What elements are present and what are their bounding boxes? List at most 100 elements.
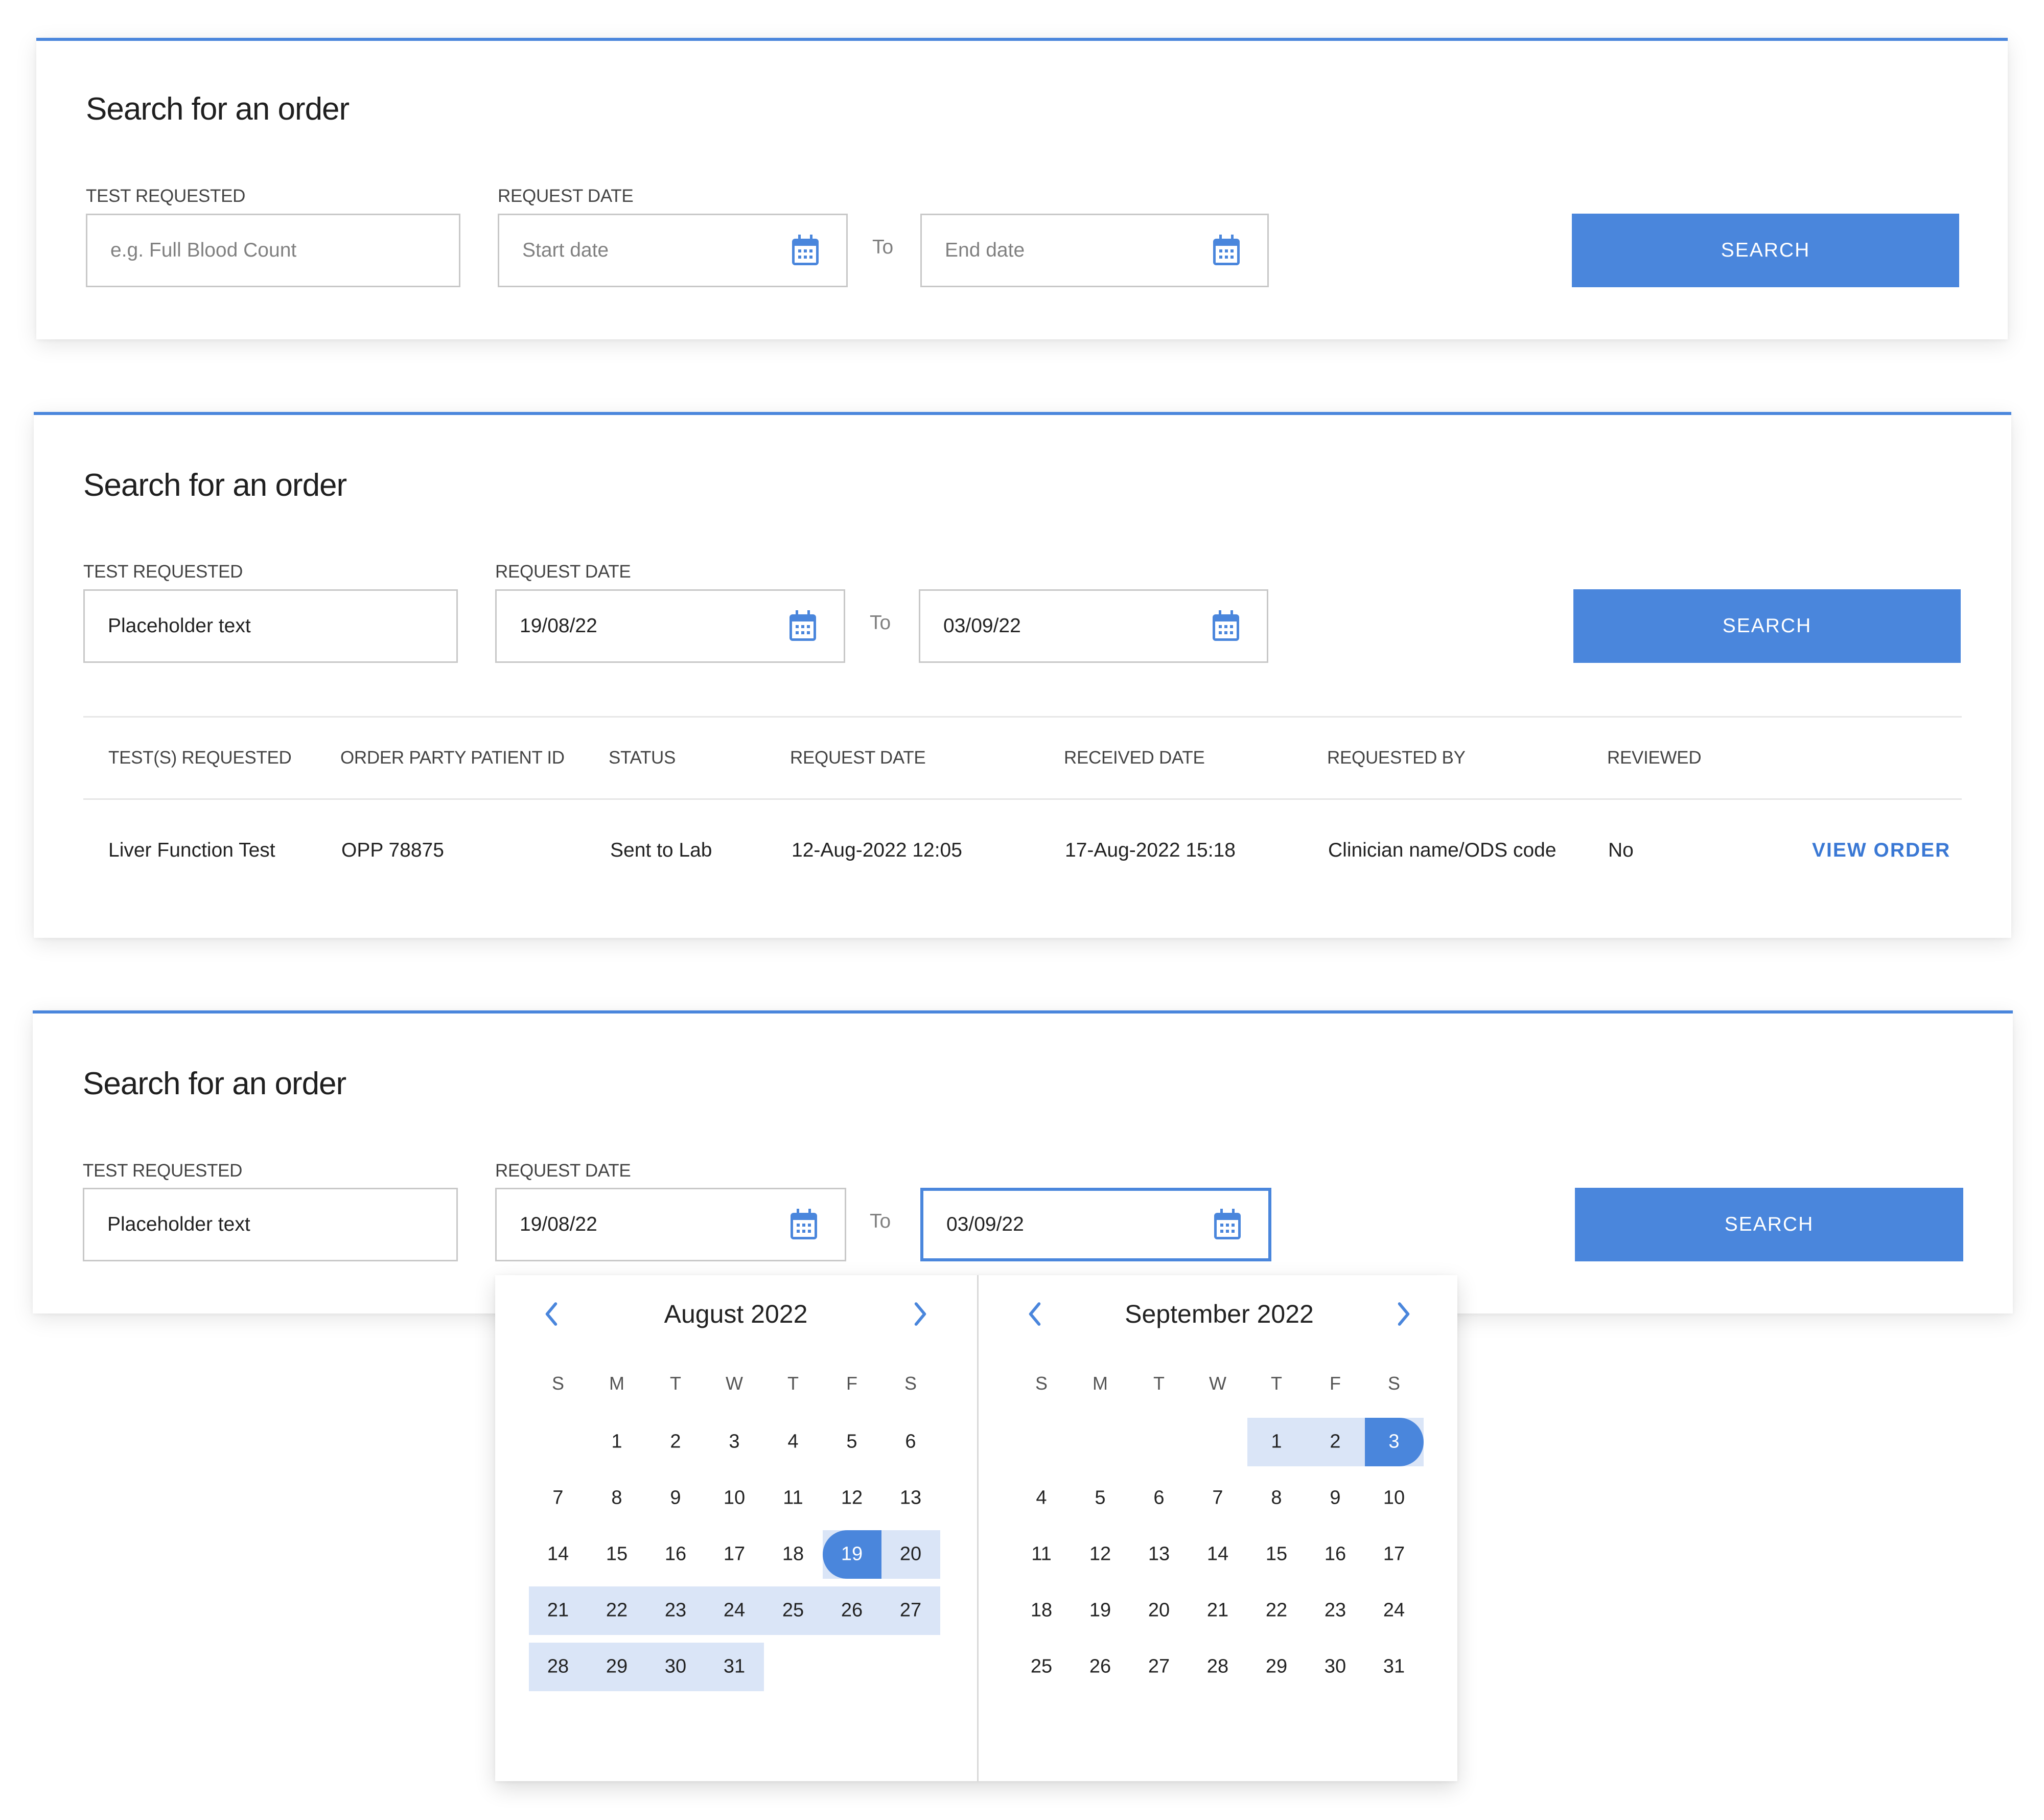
search-button[interactable]: SEARCH — [1572, 214, 1959, 287]
end-date-input[interactable]: 03/09/22 — [919, 589, 1268, 663]
calendar-day[interactable]: 1 — [1271, 1431, 1282, 1453]
start-date-input[interactable]: Start date — [498, 214, 848, 287]
calendar-day[interactable]: 2 — [1330, 1431, 1340, 1453]
calendar-day[interactable]: 24 — [724, 1600, 745, 1622]
calendar-day[interactable]: 29 — [606, 1656, 628, 1678]
weekday-header: W — [726, 1373, 743, 1394]
cell-test: Liver Function Test — [108, 839, 275, 861]
calendar-day[interactable]: 23 — [665, 1600, 686, 1622]
test-requested-input[interactable]: Placeholder text — [83, 1188, 458, 1261]
calendar-day[interactable]: 14 — [1207, 1543, 1228, 1565]
column-header-tests: TEST(S) REQUESTED — [108, 748, 292, 768]
search-card-results: Search for an order TEST REQUESTED Place… — [34, 412, 2011, 938]
calendar-day[interactable]: 6 — [905, 1431, 916, 1453]
calendar-day[interactable]: 24 — [1383, 1600, 1405, 1622]
end-date-value: 03/09/22 — [943, 615, 1021, 637]
calendar-day[interactable]: 16 — [665, 1543, 686, 1565]
start-date-input[interactable]: 19/08/22 — [495, 589, 845, 663]
chevron-right-icon[interactable] — [1393, 1301, 1414, 1327]
calendar-day[interactable]: 4 — [1036, 1487, 1047, 1509]
column-header-status: STATUS — [609, 748, 676, 768]
calendar-day[interactable]: 30 — [665, 1656, 686, 1678]
calendar-day[interactable]: 12 — [841, 1487, 863, 1509]
calendar-day[interactable]: 2 — [670, 1431, 681, 1453]
cell-received-date: 17-Aug-2022 15:18 — [1065, 839, 1236, 861]
to-label: To — [870, 1210, 891, 1232]
calendar-day[interactable]: 31 — [724, 1656, 745, 1678]
calendar-day[interactable]: 27 — [1148, 1656, 1170, 1678]
search-button[interactable]: SEARCH — [1573, 589, 1961, 663]
calendar-day[interactable]: 15 — [606, 1543, 628, 1565]
chevron-left-icon[interactable] — [1025, 1301, 1045, 1327]
calendar-day[interactable]: 21 — [1207, 1600, 1228, 1622]
cell-reviewed: No — [1608, 839, 1634, 861]
chevron-right-icon[interactable] — [910, 1301, 931, 1327]
calendar-day[interactable]: 3 — [1388, 1431, 1399, 1453]
calendar-icon[interactable] — [1213, 1209, 1242, 1240]
test-requested-input[interactable]: Placeholder text — [83, 589, 458, 663]
calendar-day[interactable]: 6 — [1153, 1487, 1164, 1509]
calendar-day[interactable]: 29 — [1266, 1656, 1287, 1678]
calendar-day[interactable]: 27 — [900, 1600, 921, 1622]
calendar-icon[interactable] — [1212, 235, 1241, 266]
calendar-day[interactable]: 30 — [1325, 1656, 1346, 1678]
calendar-day[interactable]: 17 — [1383, 1543, 1405, 1565]
table-top-divider — [83, 716, 1962, 718]
calendar-icon[interactable] — [789, 1209, 818, 1240]
calendar-day[interactable]: 22 — [1266, 1600, 1287, 1622]
calendar-icon[interactable] — [791, 235, 820, 266]
test-requested-input[interactable]: e.g. Full Blood Count — [86, 214, 460, 287]
calendar-day[interactable]: 28 — [1207, 1656, 1228, 1678]
view-order-link[interactable]: VIEW ORDER — [1812, 839, 1950, 862]
end-date-input[interactable]: 03/09/22 — [920, 1188, 1271, 1261]
calendar-day[interactable]: 8 — [1271, 1487, 1282, 1509]
calendar-day[interactable]: 13 — [900, 1487, 921, 1509]
calendar-day[interactable]: 7 — [552, 1487, 563, 1509]
calendar-day[interactable]: 9 — [1330, 1487, 1340, 1509]
request-date-label: REQUEST DATE — [495, 562, 631, 582]
month-panel-august: August 2022 S M T W T F S 1 2 3 4 5 6 7 8 9 10 11 12 13 14 15 1… — [495, 1275, 974, 1781]
calendar-day[interactable]: 9 — [670, 1487, 681, 1509]
calendar-day[interactable]: 31 — [1383, 1656, 1405, 1678]
calendar-day[interactable]: 18 — [1031, 1600, 1052, 1622]
calendar-day[interactable]: 3 — [729, 1431, 739, 1453]
calendar-day[interactable]: 22 — [606, 1600, 628, 1622]
calendar-day[interactable]: 28 — [547, 1656, 569, 1678]
calendar-day[interactable]: 25 — [1031, 1656, 1052, 1678]
calendar-day[interactable]: 21 — [547, 1600, 569, 1622]
calendar-day[interactable]: 4 — [787, 1431, 798, 1453]
calendar-day[interactable]: 7 — [1212, 1487, 1223, 1509]
calendar-day[interactable]: 8 — [611, 1487, 622, 1509]
calendar-day[interactable]: 5 — [846, 1431, 857, 1453]
calendar-day[interactable]: 20 — [1148, 1600, 1170, 1622]
calendar-day[interactable]: 10 — [724, 1487, 745, 1509]
calendar-icon[interactable] — [788, 610, 817, 642]
calendar-day[interactable]: 26 — [841, 1600, 863, 1622]
calendar-day[interactable]: 1 — [611, 1431, 622, 1453]
calendar-day[interactable]: 10 — [1383, 1487, 1405, 1509]
calendar-day[interactable]: 13 — [1148, 1543, 1170, 1565]
calendar-day[interactable]: 12 — [1089, 1543, 1111, 1565]
to-label: To — [872, 236, 894, 258]
start-date-input[interactable]: 19/08/22 — [495, 1188, 846, 1261]
calendar-day[interactable]: 15 — [1266, 1543, 1287, 1565]
calendar-day[interactable]: 11 — [1031, 1543, 1051, 1565]
calendar-day[interactable]: 26 — [1089, 1656, 1111, 1678]
search-button[interactable]: SEARCH — [1575, 1188, 1963, 1261]
end-date-input[interactable]: End date — [920, 214, 1269, 287]
calendar-day[interactable]: 18 — [782, 1543, 804, 1565]
calendar-icon[interactable] — [1212, 610, 1240, 642]
calendar-day[interactable]: 25 — [782, 1600, 804, 1622]
search-card-empty: Search for an order TEST REQUESTED e.g. … — [36, 38, 2008, 339]
calendar-day[interactable]: 19 — [1089, 1600, 1111, 1622]
calendar-day[interactable]: 19 — [841, 1543, 863, 1565]
calendar-day[interactable]: 20 — [900, 1543, 921, 1565]
cell-requested-by: Clinician name/ODS code — [1328, 839, 1557, 861]
calendar-day[interactable]: 14 — [547, 1543, 569, 1565]
calendar-day[interactable]: 11 — [783, 1487, 803, 1509]
chevron-left-icon[interactable] — [541, 1301, 562, 1327]
calendar-day[interactable]: 5 — [1095, 1487, 1105, 1509]
calendar-day[interactable]: 16 — [1325, 1543, 1346, 1565]
calendar-day[interactable]: 17 — [724, 1543, 745, 1565]
calendar-day[interactable]: 23 — [1325, 1600, 1346, 1622]
